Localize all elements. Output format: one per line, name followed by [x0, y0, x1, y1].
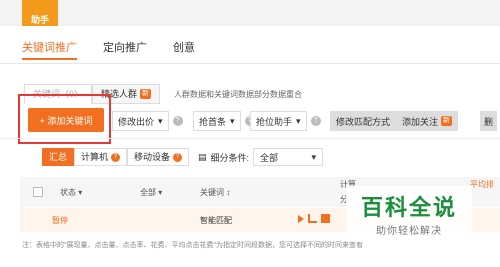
top-header-band [0, 0, 500, 26]
crowd-data-note: 人群数据和关键词数据部分数据重合 [174, 89, 303, 99]
tab-keyword-promotion[interactable]: 关键词推广 [22, 38, 77, 60]
new-badge: 新 [140, 89, 152, 99]
grab-top-label: 抢首条 [199, 116, 227, 127]
header-status[interactable]: 状态 ▾ [60, 187, 82, 198]
delete-button[interactable]: 删 [480, 111, 498, 131]
watermark-logo: 百科全说 助你轻松解决 [346, 186, 472, 242]
help-icon[interactable]: ? [310, 116, 321, 126]
tab-creative[interactable]: 创意 [173, 38, 195, 60]
assistant-tab[interactable]: 助手 [22, 0, 58, 26]
add-follow-label: 添加关注 [402, 116, 439, 127]
chevron-down-icon: ▾ [158, 115, 163, 126]
info-icon: ? [173, 152, 183, 162]
modify-bid-group: 修改出价 ▾ ? [112, 110, 183, 132]
play-icon[interactable] [298, 214, 304, 223]
modify-match-group: 修改匹配方式 [330, 110, 397, 132]
modify-bid-select[interactable]: 修改出价 ▾ [112, 111, 169, 131]
grab-top-group: 抢首条 ▾ ? [193, 110, 255, 132]
add-follow-group: 添加关注 新 [396, 110, 459, 132]
segment-mobile-label: 移动设备 [134, 151, 171, 162]
header-keyword[interactable]: 关键词 ↕ [200, 187, 230, 198]
add-follow-button[interactable]: 添加关注 新 [396, 111, 459, 131]
header-all[interactable]: 全部 ▾ [140, 187, 162, 198]
row-match-type: 智能匹配 [200, 216, 232, 225]
grab-position-label: 抢位助手 [256, 116, 293, 127]
chevron-down-icon: ▾ [296, 115, 301, 126]
watermark-title: 百科全说 [360, 195, 457, 220]
segment-summary[interactable]: 汇总 [42, 148, 75, 166]
row-actions [298, 214, 332, 224]
grab-position-group: 抢位助手 ▾ ? [250, 110, 321, 132]
grab-top-select[interactable]: 抢首条 ▾ [193, 111, 241, 131]
select-all-checkbox[interactable] [33, 187, 43, 197]
header-avg-rank: 平均排 [470, 180, 494, 189]
segment-computer[interactable]: 计算机 ? [74, 148, 128, 166]
filter-label: 细分条件: [210, 152, 250, 163]
help-icon[interactable]: ? [172, 116, 183, 126]
tab-targeted-promotion[interactable]: 定向推广 [103, 38, 147, 60]
filter-select[interactable]: 全部 ▾ [253, 148, 324, 166]
info-icon: ? [111, 152, 121, 162]
modify-bid-label: 修改出价 [118, 116, 155, 127]
add-keyword-button[interactable]: + 添加关键词 [28, 108, 104, 132]
watermark-subtitle: 助你轻松解决 [376, 226, 442, 237]
filter-icon: ▤ [198, 151, 207, 162]
modify-match-button[interactable]: 修改匹配方式 [330, 111, 397, 131]
chevron-down-icon: ▾ [311, 151, 317, 162]
grab-position-select[interactable]: 抢位助手 ▾ [250, 111, 307, 131]
table-footnote: 注：表格中的"展现量、点击量、点击率、花费、平均点击花费"为指定时间段数据，您可… [22, 242, 363, 249]
new-badge: 新 [441, 116, 453, 126]
segment-computer-label: 计算机 [81, 151, 109, 162]
breakdown-filter: ▤ 细分条件: 全部 ▾ [198, 148, 324, 166]
main-nav-tabs: 关键词推广 定向推广 创意 [22, 38, 195, 64]
chart-icon[interactable] [308, 214, 318, 224]
stats-icon[interactable] [321, 214, 331, 224]
filter-value: 全部 [260, 152, 279, 163]
chevron-down-icon: ▾ [230, 115, 235, 126]
device-segment: 汇总 计算机 ? 移动设备 ? [42, 148, 190, 166]
row-status: 暂停 [52, 216, 68, 225]
segment-mobile[interactable]: 移动设备 ? [127, 148, 190, 166]
delete-group: 删 [480, 110, 498, 132]
nav-divider [0, 63, 500, 64]
toolbar-divider [0, 138, 500, 139]
